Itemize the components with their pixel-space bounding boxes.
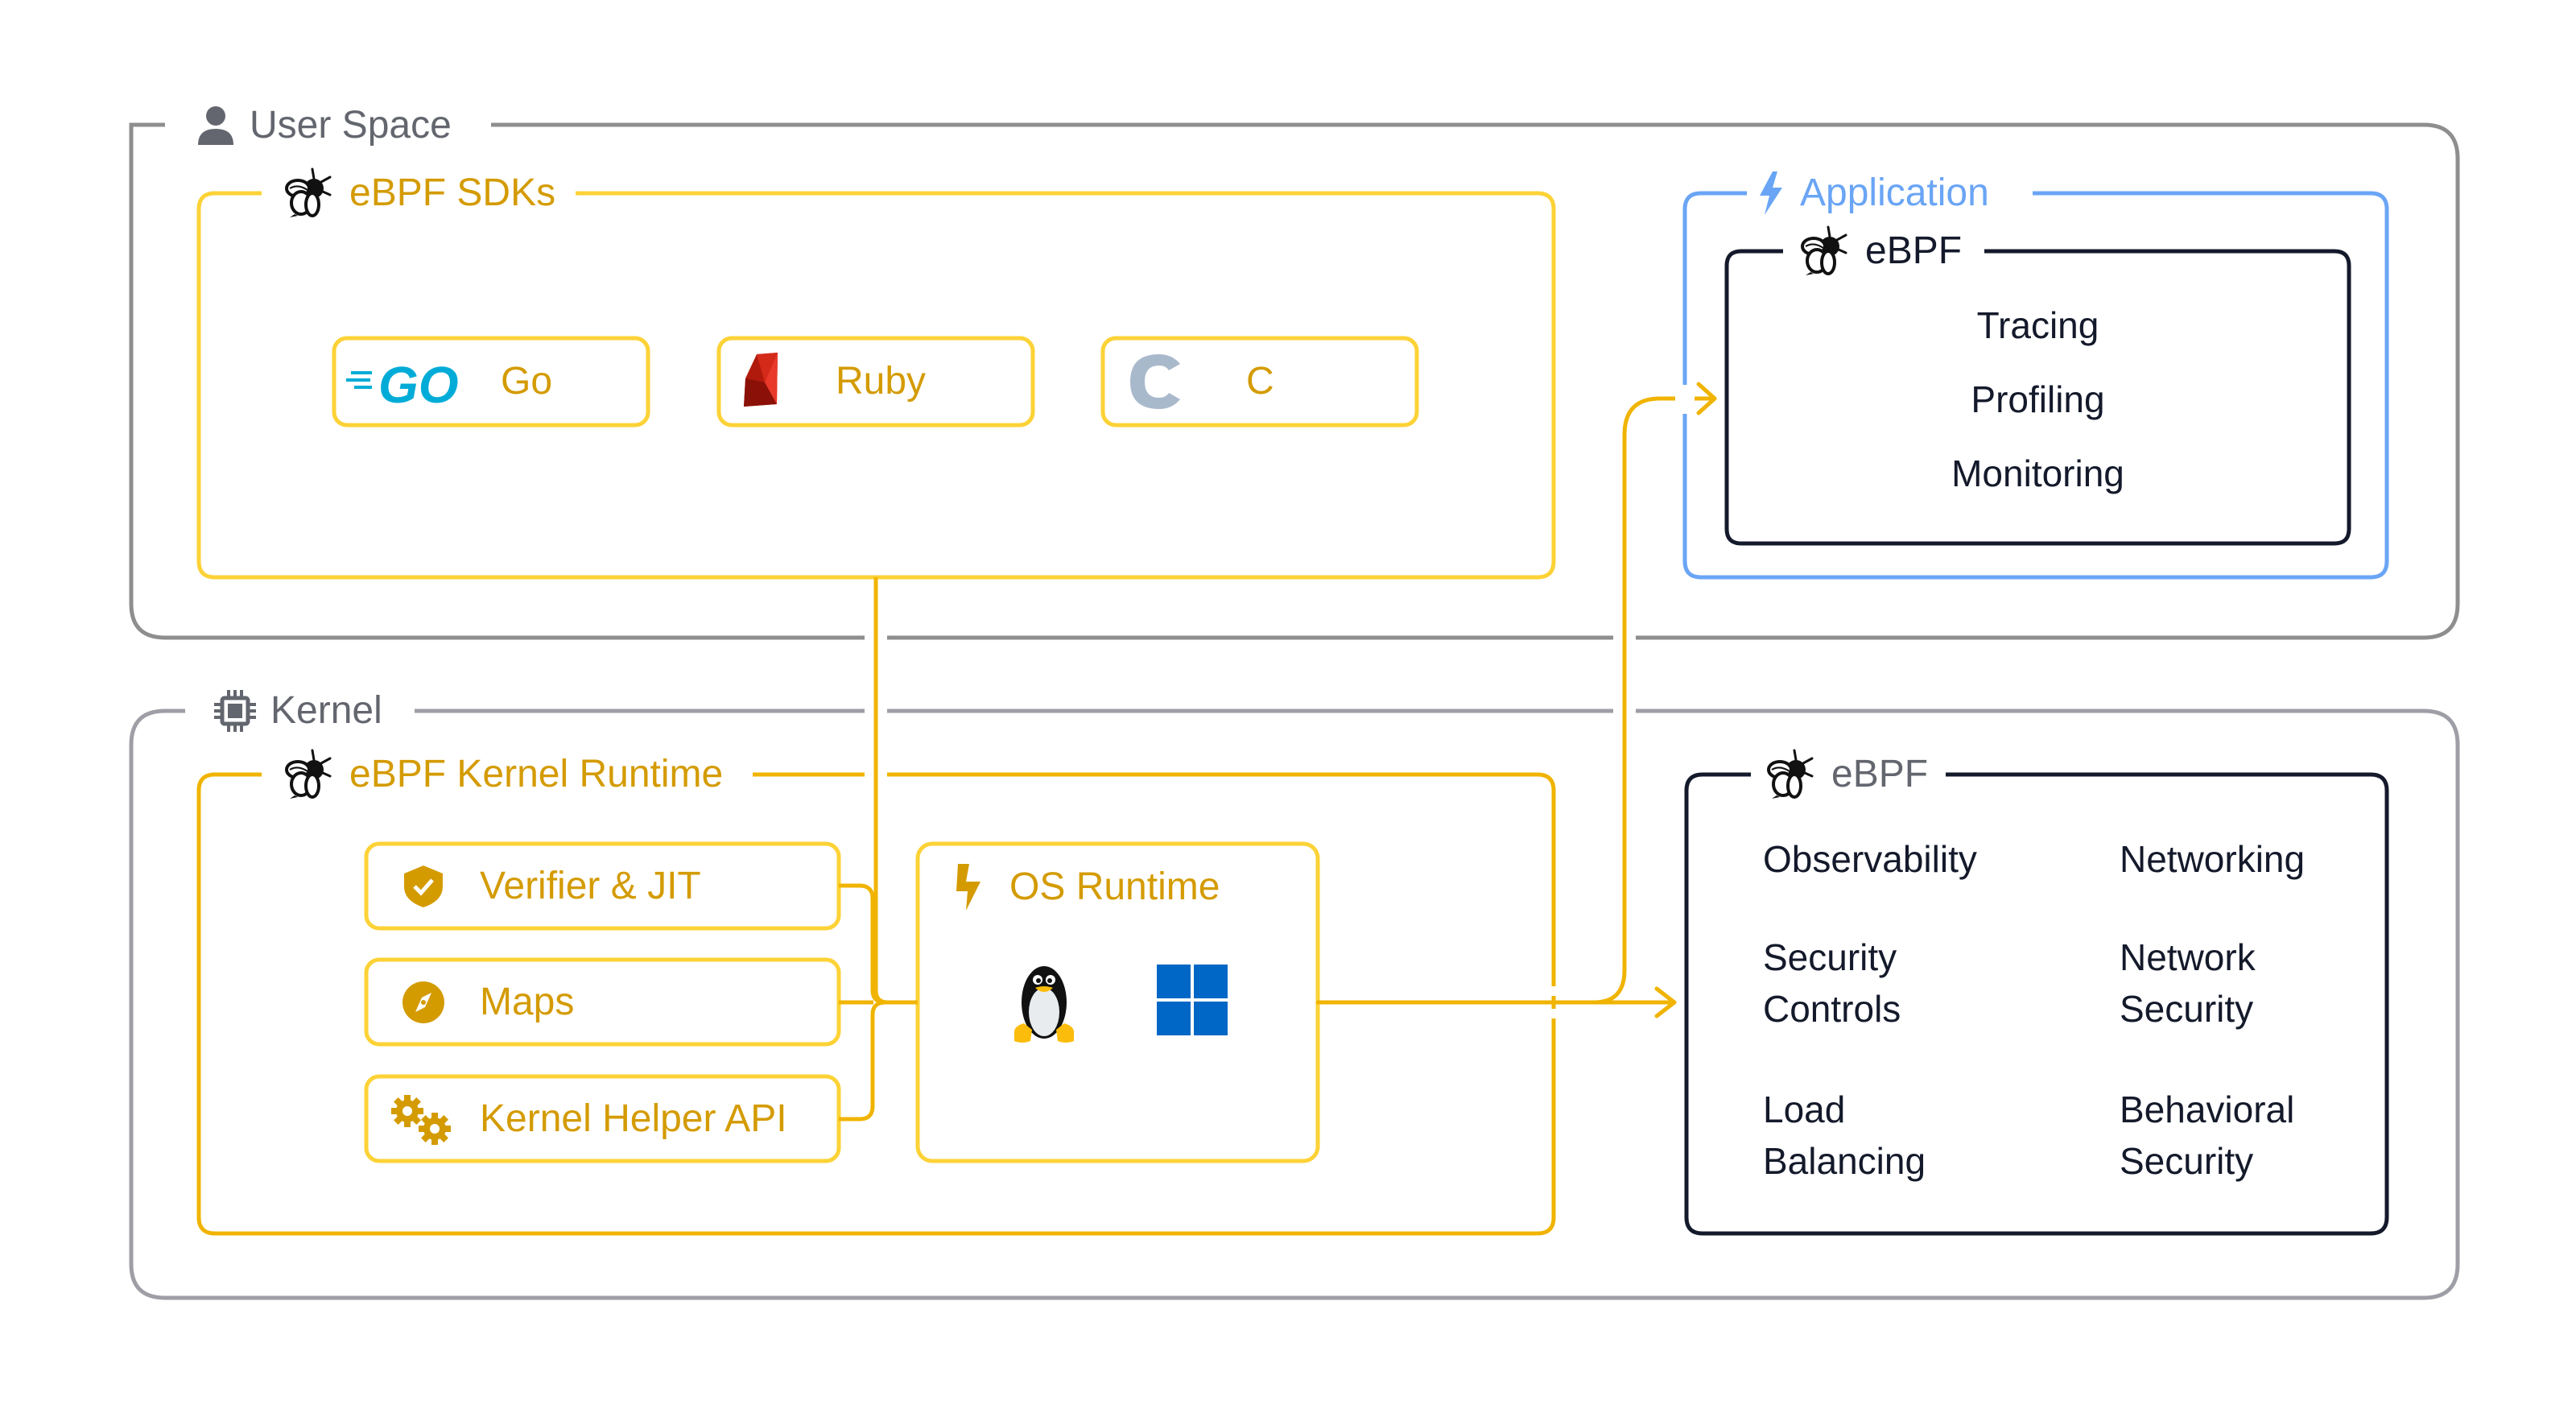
kernel-runtime-label: eBPF Kernel Runtime (274, 752, 741, 797)
sdks-label: eBPF SDKs (274, 171, 574, 216)
bee-icon (1799, 225, 1851, 277)
kernel-runtime-title: eBPF Kernel Runtime (349, 753, 724, 795)
app-ebpf-item-profiling: Profiling (1971, 378, 2105, 420)
application-ebpf-title: eBPF (1865, 229, 1963, 272)
sdk-c-label: C (1246, 360, 1274, 403)
os-runtime-label: OS Runtime (955, 863, 1220, 911)
application-label: Application (1747, 171, 2007, 216)
kernel-ebpf-label: eBPF (1757, 752, 1946, 797)
use-case-observability: Observability (1763, 838, 1977, 880)
shield-check-icon (404, 865, 443, 907)
sdk-ruby-label: Ruby (836, 360, 927, 403)
application-ebpf-label: eBPF (1791, 229, 1980, 274)
verifier-jit-text: Verifier & JIT (480, 865, 701, 907)
svg-text:GO: GO (378, 356, 459, 414)
use-case-security-controls: Security Controls (1763, 936, 1901, 1030)
use-case-network-security: Network Security (2120, 936, 2256, 1030)
kernel-title: Kernel (270, 689, 382, 732)
use-case-behavioral-security: Behavioral Security (2120, 1089, 2295, 1182)
kernel-ebpf-title: eBPF (1831, 753, 1929, 795)
sdks-title: eBPF SDKs (349, 171, 556, 214)
app-ebpf-item-monitoring: Monitoring (1951, 452, 2124, 494)
user-icon (198, 106, 233, 145)
kernel-helper-api-text: Kernel Helper API (480, 1097, 787, 1140)
lightning-icon (956, 864, 980, 911)
verifier-jit-label: Verifier & JIT (401, 865, 701, 907)
application-title: Application (1800, 171, 1989, 214)
gears-icon (391, 1095, 451, 1145)
bee-icon (283, 749, 335, 800)
maps-label: Maps (401, 981, 575, 1023)
sdk-to-runtime-connector (839, 577, 918, 1122)
chip-icon (214, 690, 256, 732)
os-runtime-title: OS Runtime (1009, 865, 1220, 908)
kernel-label: Kernel (201, 688, 398, 733)
compass-icon (402, 981, 444, 1023)
use-case-load-balancing: Load Balancing (1763, 1089, 1926, 1182)
sdk-go-label: Go (501, 360, 553, 403)
app-ebpf-item-tracing: Tracing (1976, 304, 2099, 346)
lightning-icon (1760, 171, 1782, 215)
bee-icon (283, 167, 335, 219)
use-case-networking: Networking (2120, 838, 2306, 880)
user-space-title: User Space (250, 104, 452, 147)
kernel-helper-api-label: Kernel Helper API (390, 1095, 787, 1145)
runtime-output-connector (1315, 382, 1717, 1018)
maps-text: Maps (480, 981, 575, 1023)
bee-icon (1765, 749, 1817, 800)
user-space-label: User Space (185, 103, 468, 148)
